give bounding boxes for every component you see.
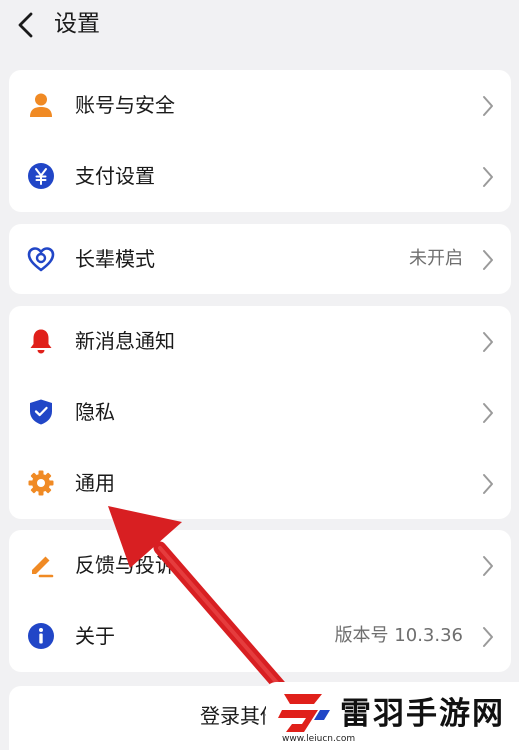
gear-icon <box>28 470 54 496</box>
chevron-right-icon <box>483 96 493 116</box>
general-group: 新消息通知 隐私 通用 <box>9 306 511 519</box>
yen-icon <box>28 163 54 189</box>
chevron-right-icon <box>483 167 493 187</box>
elder-mode-group: 长辈模式 未开启 <box>9 224 511 294</box>
watermark: 雷羽手游网 www.leiucn.com <box>266 682 519 750</box>
row-about[interactable]: 关于 版本号 10.3.36 <box>9 601 511 671</box>
top-bar: 设置 <box>0 0 519 52</box>
row-label: 长辈模式 <box>75 247 155 271</box>
row-general[interactable]: 通用 <box>9 448 511 518</box>
shield-icon <box>30 399 52 425</box>
back-arrow-icon <box>18 12 33 38</box>
watermark-url: www.leiucn.com <box>282 734 356 744</box>
row-label: 通用 <box>75 471 115 495</box>
row-account-security[interactable]: 账号与安全 <box>9 70 511 140</box>
chevron-right-icon <box>483 403 493 423</box>
watermark-name: 雷羽手游网 <box>340 696 505 732</box>
account-group: 账号与安全 支付设置 <box>9 70 511 212</box>
row-label: 账号与安全 <box>75 93 175 117</box>
row-feedback[interactable]: 反馈与投诉 <box>9 530 511 600</box>
row-elder-mode[interactable]: 长辈模式 未开启 <box>9 224 511 294</box>
chevron-right-icon <box>483 250 493 270</box>
elder-mode-status: 未开启 <box>409 248 463 269</box>
row-label: 新消息通知 <box>75 329 175 353</box>
chevron-right-icon <box>483 474 493 494</box>
heart-icon <box>27 247 55 272</box>
bell-icon <box>30 329 52 354</box>
row-payment-settings[interactable]: 支付设置 <box>9 141 511 211</box>
page-title: 设置 <box>54 11 100 37</box>
version-number: 版本号 10.3.36 <box>334 625 463 646</box>
chevron-right-icon <box>483 332 493 352</box>
person-icon <box>30 93 52 117</box>
row-label: 反馈与投诉 <box>75 553 175 577</box>
row-notifications[interactable]: 新消息通知 <box>9 306 511 376</box>
row-label: 支付设置 <box>75 164 155 188</box>
back-button[interactable] <box>12 10 42 40</box>
chevron-right-icon <box>483 627 493 647</box>
row-label: 隐私 <box>75 400 115 424</box>
row-privacy[interactable]: 隐私 <box>9 377 511 447</box>
chevron-right-icon <box>483 556 493 576</box>
support-group: 反馈与投诉 关于 版本号 10.3.36 <box>9 530 511 672</box>
row-label: 关于 <box>75 624 115 648</box>
watermark-logo-icon <box>278 694 330 732</box>
edit-icon <box>32 556 54 578</box>
info-icon <box>28 623 54 649</box>
